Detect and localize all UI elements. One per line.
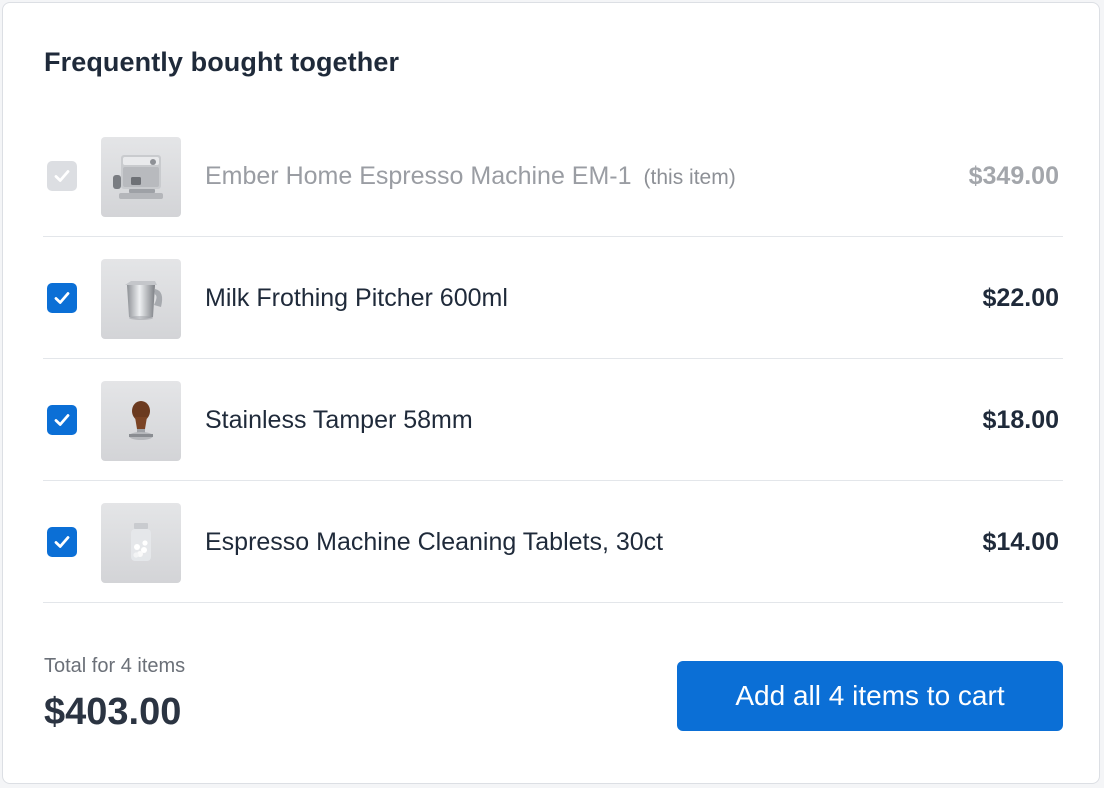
total-price: $403.00: [44, 691, 182, 733]
add-all-to-cart-button[interactable]: Add all 4 items to cart: [677, 661, 1063, 731]
item-name[interactable]: Milk Frothing Pitcher 600ml: [205, 284, 508, 313]
bundle-item-row: Stainless Tamper 58mm $18.00: [43, 359, 1063, 481]
item-name[interactable]: Stainless Tamper 58mm: [205, 406, 473, 435]
tamper-image[interactable]: [101, 381, 181, 461]
item-name[interactable]: Espresso Machine Cleaning Tablets, 30ct: [205, 528, 663, 557]
bundle-item-row: Ember Home Espresso Machine EM-1 (this it…: [43, 115, 1063, 237]
bundle-item-row: Espresso Machine Cleaning Tablets, 30ct …: [43, 481, 1063, 603]
item-checkbox[interactable]: [47, 283, 77, 313]
item-checkbox[interactable]: [47, 527, 77, 557]
checkmark-icon: [54, 414, 70, 426]
item-price: $22.00: [982, 284, 1059, 312]
espresso-machine-image[interactable]: [101, 137, 181, 217]
checkmark-icon: [54, 292, 70, 304]
item-checkbox[interactable]: [47, 405, 77, 435]
item-price: $18.00: [982, 406, 1059, 434]
item-price: $349.00: [968, 162, 1059, 190]
total-label: Total for 4 items: [44, 655, 186, 677]
item-price: $14.00: [982, 528, 1059, 556]
item-name-text[interactable]: Ember Home Espresso Machine EM-1: [205, 162, 632, 190]
frequently-bought-together-card: Frequently bought together Ember Home Es…: [2, 2, 1100, 784]
widget-title: Frequently bought together: [44, 47, 400, 77]
this-item-tag: (this item): [643, 166, 736, 189]
bundle-item-list: Ember Home Espresso Machine EM-1 (this it…: [43, 115, 1063, 603]
checkmark-icon: [54, 536, 70, 548]
item-checkbox-disabled: [47, 161, 77, 191]
checkmark-icon: [54, 170, 70, 182]
milk-pitcher-image[interactable]: [101, 259, 181, 339]
cleaning-tablets-jar-image[interactable]: [101, 503, 181, 583]
item-name[interactable]: Ember Home Espresso Machine EM-1 (this it…: [205, 162, 736, 191]
bundle-item-row: Milk Frothing Pitcher 600ml $22.00: [43, 237, 1063, 359]
